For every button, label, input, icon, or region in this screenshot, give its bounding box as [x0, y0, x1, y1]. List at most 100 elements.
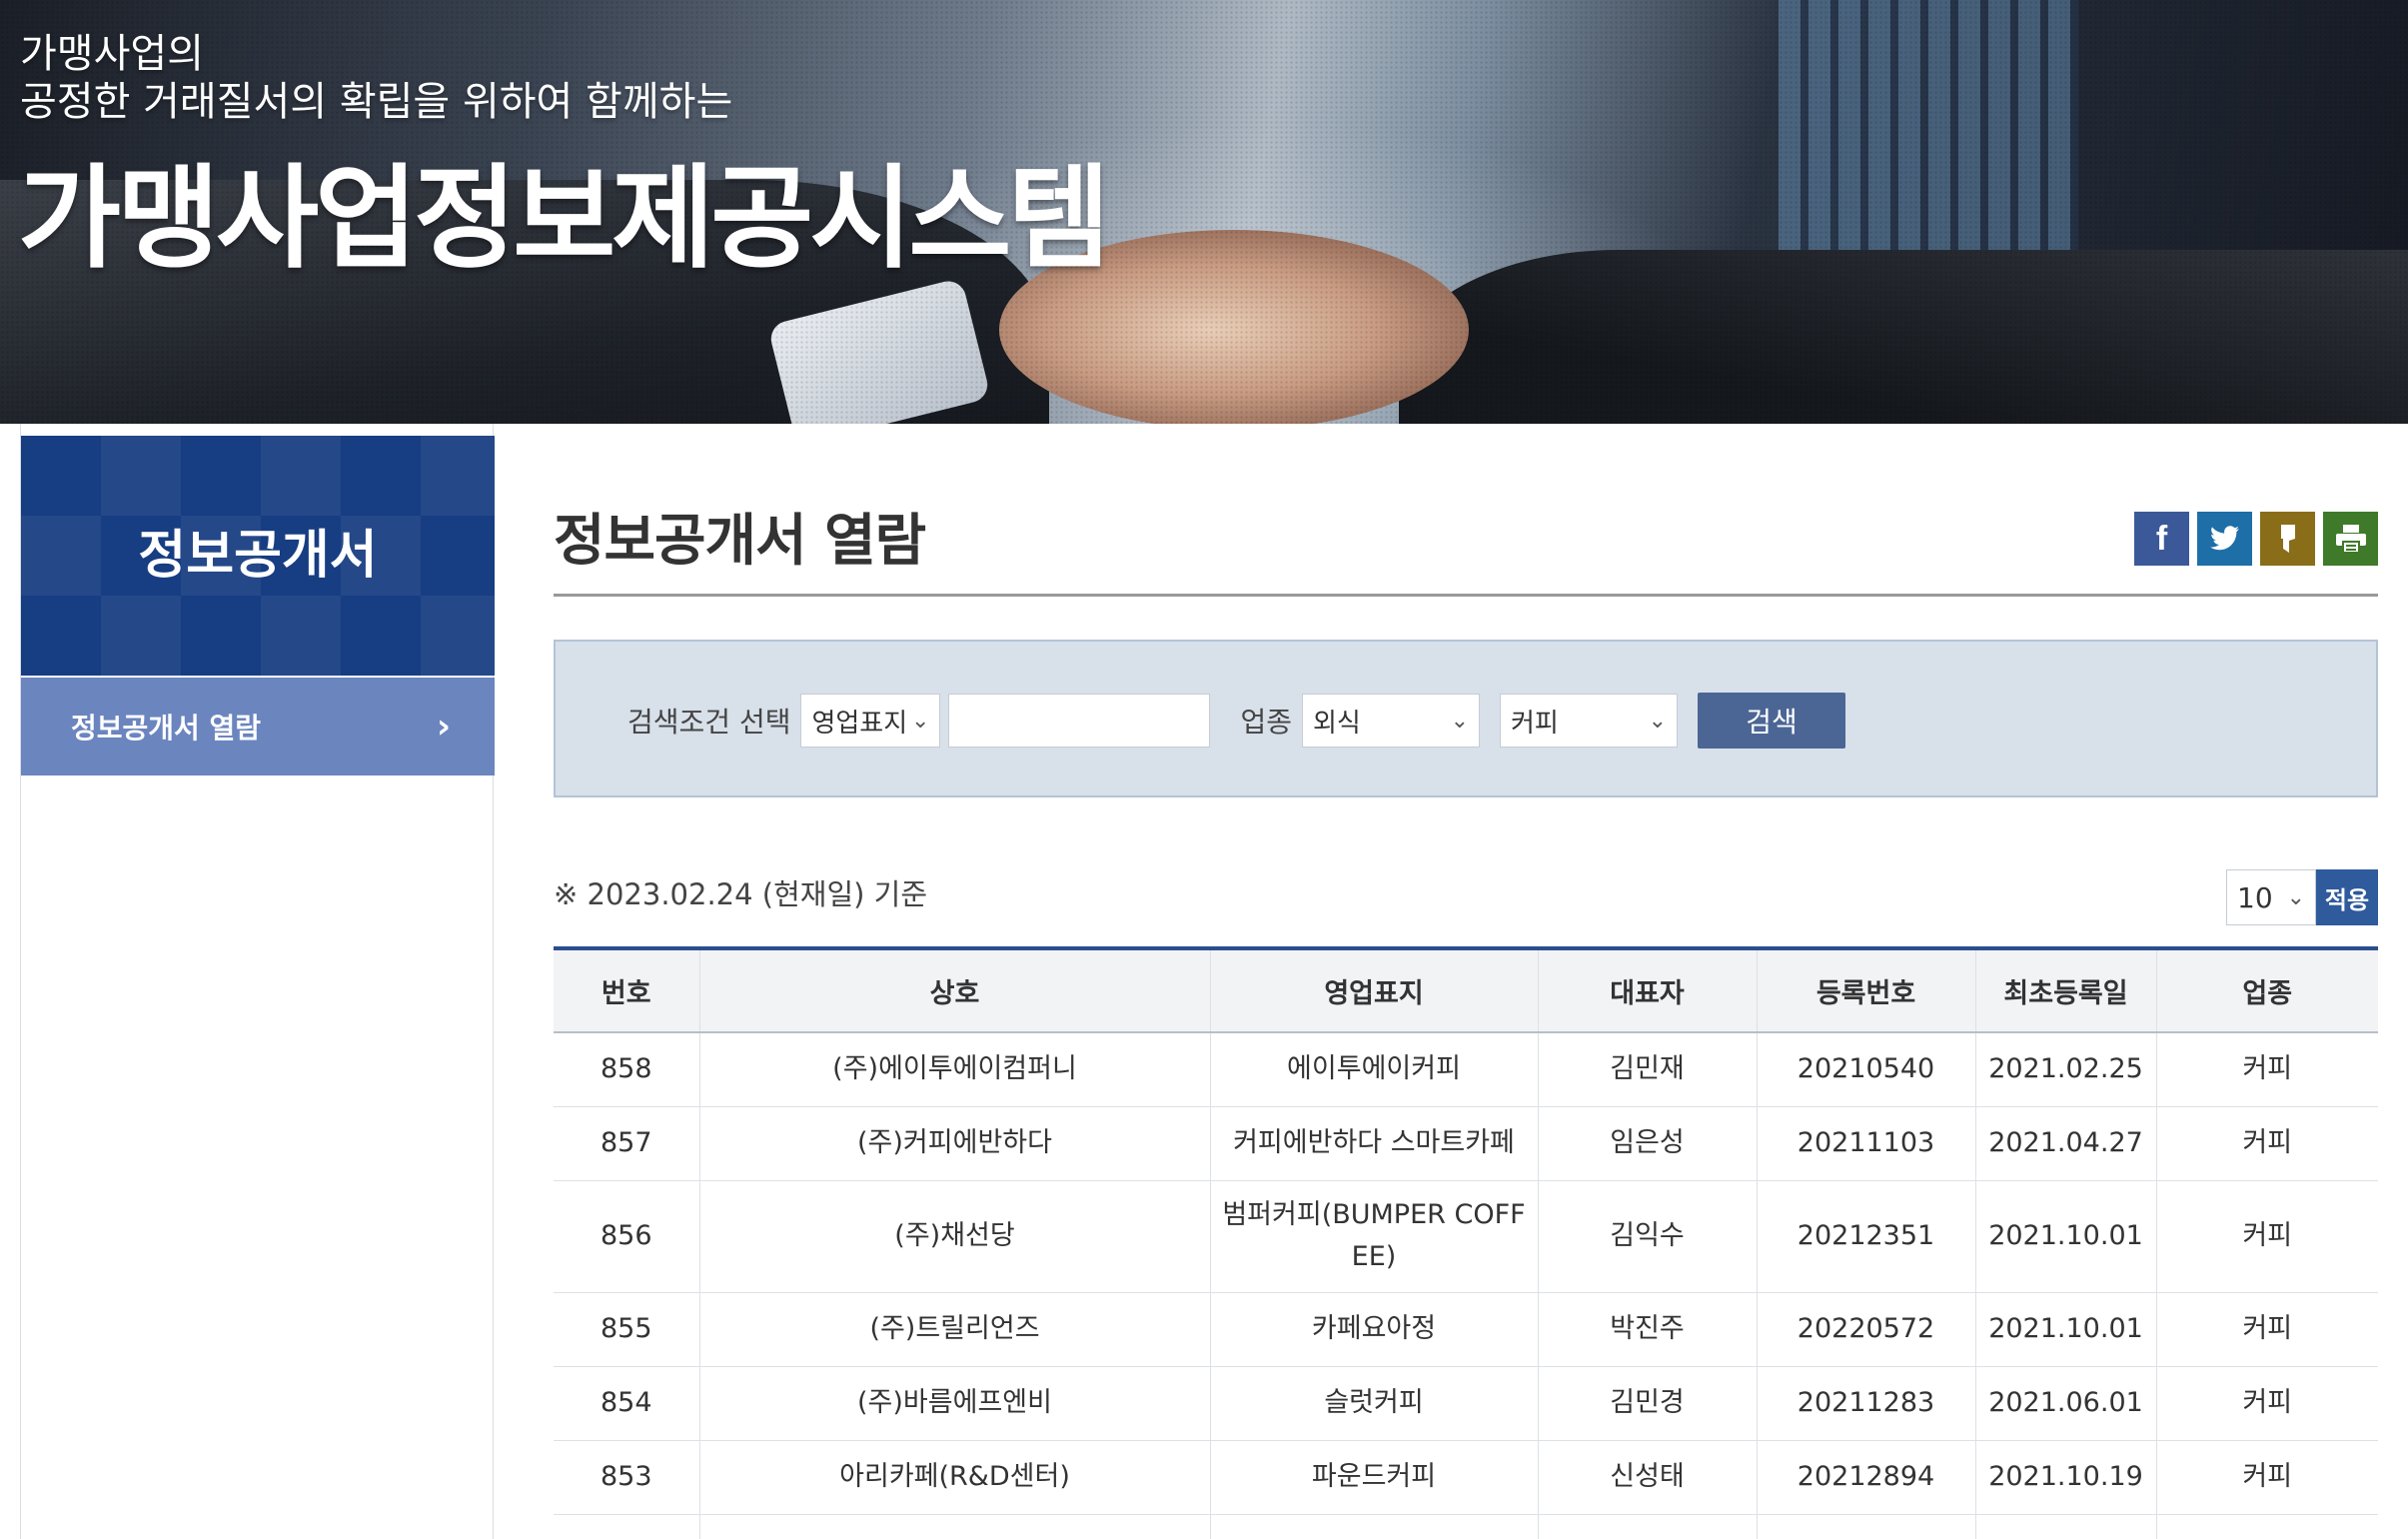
cell-ceo: 김민경 — [1537, 1366, 1757, 1441]
search-button[interactable]: 검색 — [1698, 693, 1845, 749]
sidebar-item-disclosure-view[interactable]: 정보공개서 열람 › — [21, 678, 495, 775]
table-row[interactable]: 853 아리카페(R&D센터) 파운드커피 신성태 20212894 2021.… — [554, 1440, 2378, 1515]
cell-first-reg — [1974, 1514, 2156, 1539]
cell-ceo: 김민재 — [1537, 1032, 1757, 1107]
apply-button[interactable]: 적용 — [2316, 869, 2378, 925]
sidebar: 정보공개서 정보공개서 열람 › — [20, 424, 495, 1539]
print-icon[interactable] — [2323, 512, 2378, 566]
table-row[interactable]: 855 (주)트릴리언즈 카페요아정 박진주 20220572 2021.10.… — [554, 1292, 2378, 1367]
cell-first-reg: 2021.04.27 — [1974, 1106, 2156, 1181]
twitter-icon[interactable] — [2197, 512, 2252, 566]
table-row[interactable] — [554, 1514, 2378, 1539]
table-row[interactable]: 858 (주)에이투에이컴퍼니 에이투에이커피 김민재 20210540 202… — [554, 1032, 2378, 1107]
kakaostory-icon[interactable] — [2260, 512, 2315, 566]
chevron-down-icon: ⌄ — [911, 708, 930, 734]
cell-first-reg: 2021.06.01 — [1974, 1366, 2156, 1441]
cell-industry: 커피 — [2155, 1366, 2378, 1441]
subindustry-value: 커피 — [1511, 708, 1559, 739]
column-header-ceo[interactable]: 대표자 — [1537, 946, 1757, 1033]
cell-ceo — [1537, 1514, 1757, 1539]
column-header-no[interactable]: 번호 — [554, 946, 699, 1033]
banner-slogan-line1: 가맹사업의 — [20, 31, 204, 77]
chevron-down-icon: ⌄ — [1648, 708, 1667, 734]
cell-industry — [2155, 1514, 2378, 1539]
table-header-row: 번호 상호 영업표지 대표자 등록번호 최초등록일 업종 — [554, 946, 2378, 1033]
cell-first-reg: 2021.10.19 — [1974, 1440, 2156, 1515]
cell-company[interactable] — [698, 1514, 1210, 1539]
cell-no: 855 — [554, 1292, 699, 1367]
cell-no: 857 — [554, 1106, 699, 1181]
table-row[interactable]: 856 (주)채선당 범퍼커피(BUMPER COFFEE) 김익수 20212… — [554, 1180, 2378, 1293]
cell-reg-no: 20211283 — [1756, 1366, 1975, 1441]
column-header-industry[interactable]: 업종 — [2155, 946, 2378, 1033]
search-condition-value: 영업표지 — [811, 708, 908, 739]
industry-select[interactable]: 외식 ⌄ — [1302, 694, 1480, 748]
search-row: 검색조건 선택 영업표지 ⌄ 업종 외식 ⌄ 커피 ⌄ 검색 — [627, 693, 1845, 749]
cell-ceo: 임은성 — [1537, 1106, 1757, 1181]
cell-brand[interactable]: 커피에반하다 스마트카페 — [1209, 1106, 1538, 1181]
cell-brand[interactable] — [1209, 1514, 1538, 1539]
table-row[interactable]: 854 (주)바름에프엔비 슬럿커피 김민경 20211283 2021.06.… — [554, 1366, 2378, 1441]
cell-first-reg: 2021.10.01 — [1974, 1292, 2156, 1367]
cell-ceo: 박진주 — [1537, 1292, 1757, 1367]
cell-no: 854 — [554, 1366, 699, 1441]
chevron-down-icon: ⌄ — [1450, 708, 1469, 734]
cell-industry: 커피 — [2155, 1292, 2378, 1367]
cell-no: 858 — [554, 1032, 699, 1107]
cell-brand[interactable]: 파운드커피 — [1209, 1440, 1538, 1515]
cell-company[interactable]: (주)커피에반하다 — [698, 1106, 1210, 1181]
page-size-control: 10 ⌄ 적용 — [2226, 869, 2378, 925]
banner-slogan: 가맹사업의 공정한 거래질서의 확립을 위하여 함께하는 — [20, 30, 732, 126]
subindustry-select[interactable]: 커피 ⌄ — [1500, 694, 1678, 748]
cell-reg-no — [1756, 1514, 1975, 1539]
cell-reg-no: 20210540 — [1756, 1032, 1975, 1107]
sidebar-heading-panel: 정보공개서 — [21, 436, 495, 676]
cell-first-reg: 2021.10.01 — [1974, 1180, 2156, 1293]
cell-reg-no: 20212894 — [1756, 1440, 1975, 1515]
table-row[interactable]: 857 (주)커피에반하다 커피에반하다 스마트카페 임은성 20211103 … — [554, 1106, 2378, 1181]
site-title[interactable]: 가맹사업정보제공시스템 — [18, 128, 1110, 290]
cell-ceo: 신성태 — [1537, 1440, 1757, 1515]
title-divider — [554, 594, 2378, 597]
cell-no: 853 — [554, 1440, 699, 1515]
search-condition-label: 검색조건 선택 — [627, 706, 791, 739]
cell-first-reg: 2021.02.25 — [1974, 1032, 2156, 1107]
cell-company[interactable]: 아리카페(R&D센터) — [698, 1440, 1210, 1515]
cell-industry: 커피 — [2155, 1180, 2378, 1293]
facebook-icon[interactable]: f — [2134, 512, 2189, 566]
share-toolbar: f — [2134, 512, 2378, 566]
cell-industry: 커피 — [2155, 1440, 2378, 1515]
cell-reg-no: 20211103 — [1756, 1106, 1975, 1181]
sidebar-heading: 정보공개서 — [138, 526, 378, 586]
disclosure-table: 번호 상호 영업표지 대표자 등록번호 최초등록일 업종 858 (주)에이투에… — [554, 946, 2378, 1539]
column-header-company[interactable]: 상호 — [698, 946, 1210, 1033]
cell-industry: 커피 — [2155, 1032, 2378, 1107]
industry-value: 외식 — [1313, 708, 1361, 739]
column-header-first-reg[interactable]: 최초등록일 — [1974, 946, 2156, 1033]
page-size-select[interactable]: 10 ⌄ — [2226, 869, 2316, 925]
page-size-value: 10 — [2237, 880, 2273, 914]
search-condition-select[interactable]: 영업표지 ⌄ — [800, 694, 941, 748]
cell-company[interactable]: (주)트릴리언즈 — [698, 1292, 1210, 1367]
cell-brand[interactable]: 범퍼커피(BUMPER COFFEE) — [1209, 1180, 1538, 1293]
cell-brand[interactable]: 슬럿커피 — [1209, 1366, 1538, 1441]
page-title: 정보공개서 열람 — [554, 509, 926, 574]
cell-no — [554, 1514, 699, 1539]
cell-brand[interactable]: 에이투에이커피 — [1209, 1032, 1538, 1107]
cell-company[interactable]: (주)바름에프엔비 — [698, 1366, 1210, 1441]
cell-brand[interactable]: 카페요아정 — [1209, 1292, 1538, 1367]
industry-label: 업종 — [1240, 706, 1292, 739]
cell-industry: 커피 — [2155, 1106, 2378, 1181]
column-header-brand[interactable]: 영업표지 — [1209, 946, 1538, 1033]
banner-slogan-line2: 공정한 거래질서의 확립을 위하여 함께하는 — [20, 79, 733, 125]
cell-ceo: 김익수 — [1537, 1180, 1757, 1293]
cell-reg-no: 20220572 — [1756, 1292, 1975, 1367]
chevron-right-icon: › — [436, 707, 451, 747]
cell-company[interactable]: (주)채선당 — [698, 1180, 1210, 1293]
chevron-down-icon: ⌄ — [2286, 884, 2305, 910]
column-header-reg-no[interactable]: 등록번호 — [1756, 946, 1975, 1033]
cell-company[interactable]: (주)에이투에이컴퍼니 — [698, 1032, 1210, 1107]
date-note: ※ 2023.02.24 (현재일) 기준 — [554, 877, 928, 911]
search-keyword-input[interactable] — [948, 694, 1211, 748]
header-banner: 가맹사업의 공정한 거래질서의 확립을 위하여 함께하는 가맹사업정보제공시스템 — [0, 0, 2408, 424]
